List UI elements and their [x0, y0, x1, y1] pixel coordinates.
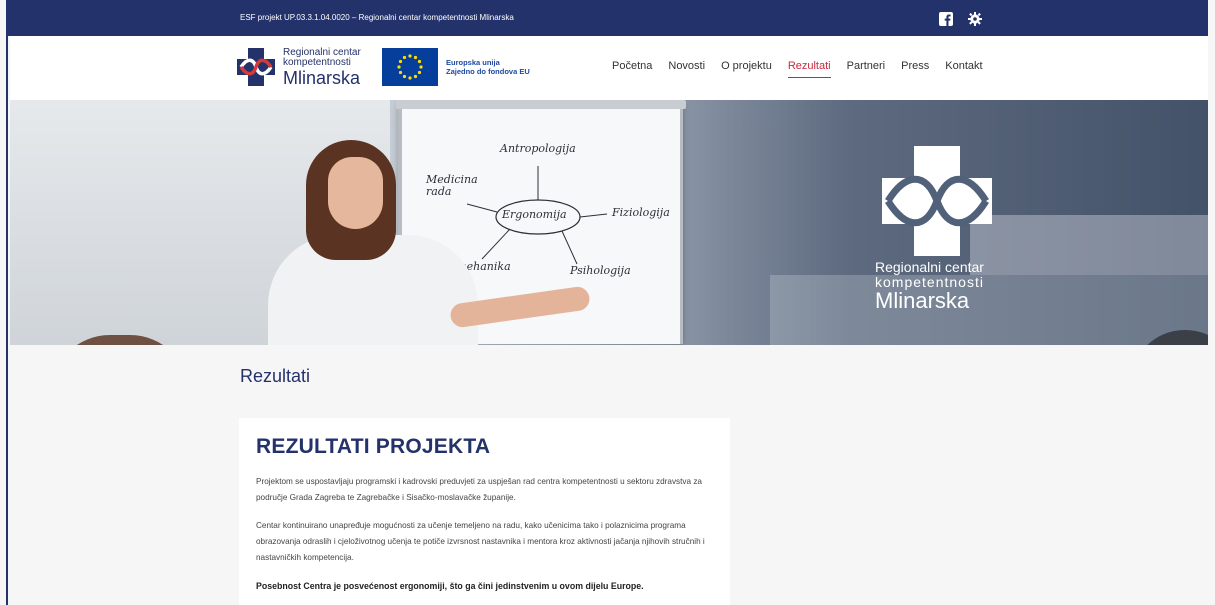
project-info-text: ESF projekt UP.03.3.1.04.0020 – Regional… [240, 13, 514, 22]
nav-item-o-projektu[interactable]: O projektu [716, 60, 777, 78]
presenter-face [328, 157, 383, 229]
flipchart-word-3: Fiziologija [612, 206, 670, 219]
hero-desk [770, 275, 1208, 345]
flipchart-center-word: Ergonomija [502, 208, 567, 221]
page-title: Rezultati [240, 366, 311, 386]
hero-logo-mark-icon [882, 146, 992, 256]
hero-shelf [970, 215, 1208, 275]
flipchart-word-1: Antropologija [500, 142, 576, 155]
logo-text-line1: Regionalni centar [283, 46, 361, 58]
logo-text-line3: Mlinarska [283, 67, 361, 88]
eu-text-line1: Europska unija [446, 57, 500, 67]
gear-icon[interactable] [968, 11, 982, 26]
nav-item-partneri[interactable]: Partneri [842, 60, 891, 78]
nav-item-kontakt[interactable]: Kontakt [940, 60, 987, 78]
facebook-icon[interactable] [939, 11, 953, 26]
site-logo[interactable]: Regionalni centar kompetentnosti Mlinars… [235, 46, 361, 88]
site-header: Regionalni centar kompetentnosti Mlinars… [10, 36, 1208, 100]
eu-flag-icon [382, 48, 438, 86]
top-bar: ESF projekt UP.03.3.1.04.0020 – Regional… [8, 0, 1208, 36]
main-nav: Početna Novosti O projektu Rezultati Par… [607, 60, 994, 78]
hero-logo-line2: kompetentnosti [875, 273, 984, 290]
eu-text-line2: Zajedno do fondova EU [446, 67, 530, 76]
hero-logo-text: Regionalni centar kompetentnosti Mlinars… [875, 259, 984, 314]
results-card: REZULTATI PROJEKTA Projektom se uspostav… [239, 418, 730, 605]
flipchart-word-2: Medicina rada [426, 173, 478, 198]
right-frame [1208, 0, 1215, 605]
eu-funding-logo[interactable]: Europska unija Zajedno do fondova EU [382, 48, 530, 86]
nav-item-press[interactable]: Press [896, 60, 934, 78]
nav-item-pocetna[interactable]: Početna [607, 60, 657, 78]
logo-mark-icon [237, 48, 275, 86]
hero-banner: Antropologija Medicina rada Ergonomija F… [10, 100, 1208, 345]
card-paragraph-2: Centar kontinuirano unapređuje mogućnost… [256, 521, 705, 562]
logo-text-line2: kompetentnosti [283, 56, 351, 68]
hero-logo-line3: Mlinarska [875, 288, 970, 314]
nav-item-rezultati[interactable]: Rezultati [783, 60, 836, 78]
nav-item-novosti[interactable]: Novosti [663, 60, 710, 78]
social-links [939, 11, 982, 26]
flipchart-word-5: Psihologija [570, 264, 631, 277]
left-frame [0, 0, 8, 605]
card-paragraph-1: Projektom se uspostavljaju programski i … [256, 477, 702, 502]
card-heading: REZULTATI PROJEKTA [256, 435, 491, 458]
hero-logo-line1: Regionalni centar [875, 259, 984, 275]
card-paragraph-3: Posebnost Centra je posvećenost ergonomi… [256, 581, 644, 591]
